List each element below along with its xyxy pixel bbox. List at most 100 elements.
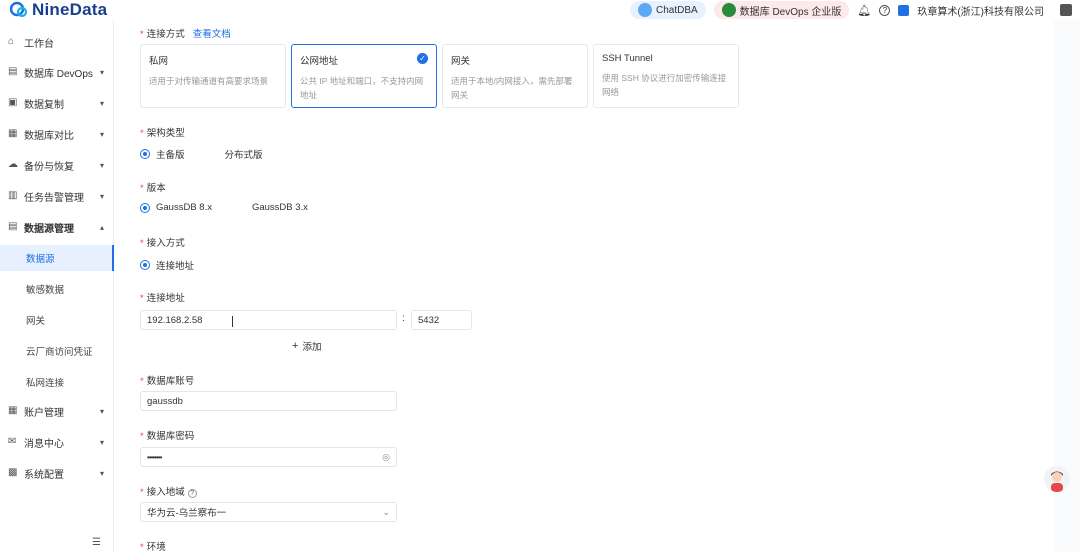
replication-icon: ▣: [8, 97, 18, 108]
eye-hidden-icon[interactable]: ◎: [382, 452, 390, 463]
radio-selected-icon: [140, 260, 150, 270]
sidebar-item-label: 任务告警管理: [24, 192, 84, 204]
connection-address-text: 连接地址: [146, 293, 185, 304]
sidebar-item-label: 数据复制: [24, 99, 64, 111]
chevron-down-icon: ▾: [99, 160, 104, 170]
add-address-button[interactable]: + 添加: [292, 339, 321, 353]
access-region-select[interactable]: 华为云-乌兰察布一 ⌄: [140, 502, 397, 522]
db-password-input[interactable]: •••••••• ◎: [140, 447, 397, 467]
sidebar-subitem-gateway[interactable]: 网关: [0, 307, 114, 333]
required-mark: *: [140, 183, 144, 194]
datasource-form: * 连接方式 查看文档 私网 适用于对传输通道有高要求场景 公网地址 公共 IP 地…: [114, 20, 1054, 553]
port-input[interactable]: 5432: [411, 310, 472, 330]
sidebar-item-devops[interactable]: ▤ 数据库 DevOps ▾: [0, 60, 114, 84]
required-mark: *: [140, 29, 144, 40]
settings-icon: ▩: [8, 467, 18, 478]
sidebar-subitem-sensitive-data[interactable]: 敏感数据: [0, 276, 114, 302]
connection-method-text: 连接方式: [146, 29, 185, 40]
sidebar-item-alarm[interactable]: ▥ 任务告警管理 ▾: [0, 184, 114, 208]
language-icon[interactable]: [1060, 4, 1072, 16]
version-radio-group: GaussDB 8.x GaussDB 3.x: [140, 202, 326, 213]
db-account-value: gaussdb: [147, 395, 183, 407]
db-account-input[interactable]: gaussdb: [140, 391, 397, 411]
arch-type-text: 架构类型: [146, 128, 185, 139]
required-mark: *: [140, 376, 144, 387]
host-port-separator: :: [402, 313, 405, 324]
sidebar-item-message[interactable]: ✉ 消息中心 ▾: [0, 430, 114, 454]
sidebar-item-label: 消息中心: [24, 438, 64, 450]
chatdba-icon: [637, 3, 652, 17]
card-title: SSH Tunnel: [602, 53, 653, 64]
db-password-label: * 数据库密码: [140, 428, 194, 442]
sidebar-subitem-datasource[interactable]: 数据源: [0, 245, 114, 271]
backup-icon: ☁: [8, 159, 18, 170]
chevron-up-icon: ▴: [99, 222, 104, 232]
chevron-down-icon: ▾: [99, 406, 104, 416]
connection-card-ssh[interactable]: SSH Tunnel 使用 SSH 协议进行加密传输连接网络: [593, 44, 739, 108]
sidebar-subitem-label: 数据源: [26, 254, 55, 265]
connection-card-public[interactable]: 公网地址 公共 IP 地址和端口，不支持内网地址 ✓: [291, 44, 437, 108]
sidebar-item-account[interactable]: ▦ 账户管理 ▾: [0, 399, 114, 423]
account-icon: ▦: [8, 405, 18, 416]
help-icon[interactable]: ?: [187, 489, 197, 498]
required-mark: *: [140, 293, 144, 304]
sidebar-subitem-private-link[interactable]: 私网连接: [0, 369, 114, 395]
sidebar-subitem-label: 网关: [26, 316, 46, 327]
access-region-value: 华为云-乌兰察布一: [147, 508, 227, 519]
access-option-address[interactable]: 连接地址: [140, 258, 194, 272]
chevron-down-icon: ⌄: [382, 507, 390, 517]
card-title: 私网: [149, 56, 169, 67]
arch-type-radio-group: 主备版 分布式版: [140, 147, 281, 161]
sidebar-item-datasource[interactable]: ▤ 数据源管理 ▴: [0, 215, 114, 239]
sidebar-item-backup[interactable]: ☁ 备份与恢复 ▾: [0, 153, 114, 177]
radio-label: GaussDB 8.x: [156, 202, 212, 213]
devops-edition-badge[interactable]: 数据库 DevOps 企业版: [713, 1, 850, 19]
assistant-avatar[interactable]: [1044, 466, 1070, 492]
required-mark: *: [140, 128, 144, 139]
collapse-sidebar-icon[interactable]: ☰: [92, 537, 101, 548]
logo[interactable]: NineData: [10, 0, 107, 20]
host-value: 192.168.2.58: [147, 314, 203, 326]
sidebar: ⌂ 工作台 ▤ 数据库 DevOps ▾ ▣ 数据复制 ▾ ▦ 数据库对比 ▾ …: [0, 20, 114, 552]
sidebar-item-compare[interactable]: ▦ 数据库对比 ▾: [0, 122, 114, 146]
radio-icon: [208, 149, 219, 159]
arch-option-distributed[interactable]: 分布式版: [208, 147, 263, 161]
arch-type-label: * 架构类型: [140, 125, 185, 139]
chevron-down-icon: ▾: [99, 67, 104, 77]
host-input[interactable]: 192.168.2.58: [140, 310, 397, 330]
logo-text: NineData: [32, 0, 108, 19]
chevron-down-icon: ▾: [99, 98, 104, 108]
sidebar-item-label: 系统配置: [24, 469, 64, 481]
version-option-gaussdb-3x[interactable]: GaussDB 3.x: [235, 202, 308, 213]
sidebar-item-replication[interactable]: ▣ 数据复制 ▾: [0, 91, 114, 115]
card-title: 公网地址: [300, 56, 339, 67]
db-password-text: 数据库密码: [146, 431, 195, 442]
connection-card-gateway[interactable]: 网关 适用于本地/内网接入，需先部署网关: [442, 44, 588, 108]
version-option-gaussdb-8x[interactable]: GaussDB 8.x: [140, 202, 212, 213]
help-icon[interactable]: ?: [879, 4, 891, 16]
chatdba-button[interactable]: ChatDBA: [629, 1, 706, 19]
sidebar-item-workbench[interactable]: ⌂ 工作台: [0, 30, 114, 54]
access-method-label: * 接入方式: [140, 235, 185, 249]
view-docs-link[interactable]: 查看文档: [193, 29, 231, 40]
sidebar-item-label: 数据库 DevOps: [24, 68, 93, 80]
connection-card-private[interactable]: 私网 适用于对传输通道有高要求场景: [140, 44, 286, 108]
sidebar-item-settings[interactable]: ▩ 系统配置 ▾: [0, 461, 114, 485]
arch-option-primary-standby[interactable]: 主备版: [140, 147, 185, 161]
radio-selected-icon: [140, 149, 150, 159]
card-desc: 使用 SSH 协议进行加密传输连接网络: [602, 73, 727, 97]
text-cursor: [232, 316, 233, 327]
sidebar-item-label: 备份与恢复: [24, 161, 74, 173]
version-label: * 版本: [140, 180, 166, 194]
access-region-label: * 接入地域?: [140, 484, 197, 498]
home-icon: ⌂: [8, 36, 15, 47]
card-desc: 适用于对传输通道有高要求场景: [149, 76, 269, 86]
chevron-down-icon: ▾: [99, 437, 104, 447]
notification-icon[interactable]: 🔔︎: [857, 4, 871, 17]
sidebar-item-label: 数据源管理: [24, 223, 74, 235]
devops-icon: ▤: [8, 66, 18, 77]
company-name[interactable]: 玖章算术(浙江)科技有限公司: [917, 3, 1044, 18]
sidebar-subitem-cloud-credentials[interactable]: 云厂商访问凭证: [0, 338, 114, 364]
required-mark: *: [140, 487, 144, 498]
compare-icon: ▦: [8, 128, 18, 139]
